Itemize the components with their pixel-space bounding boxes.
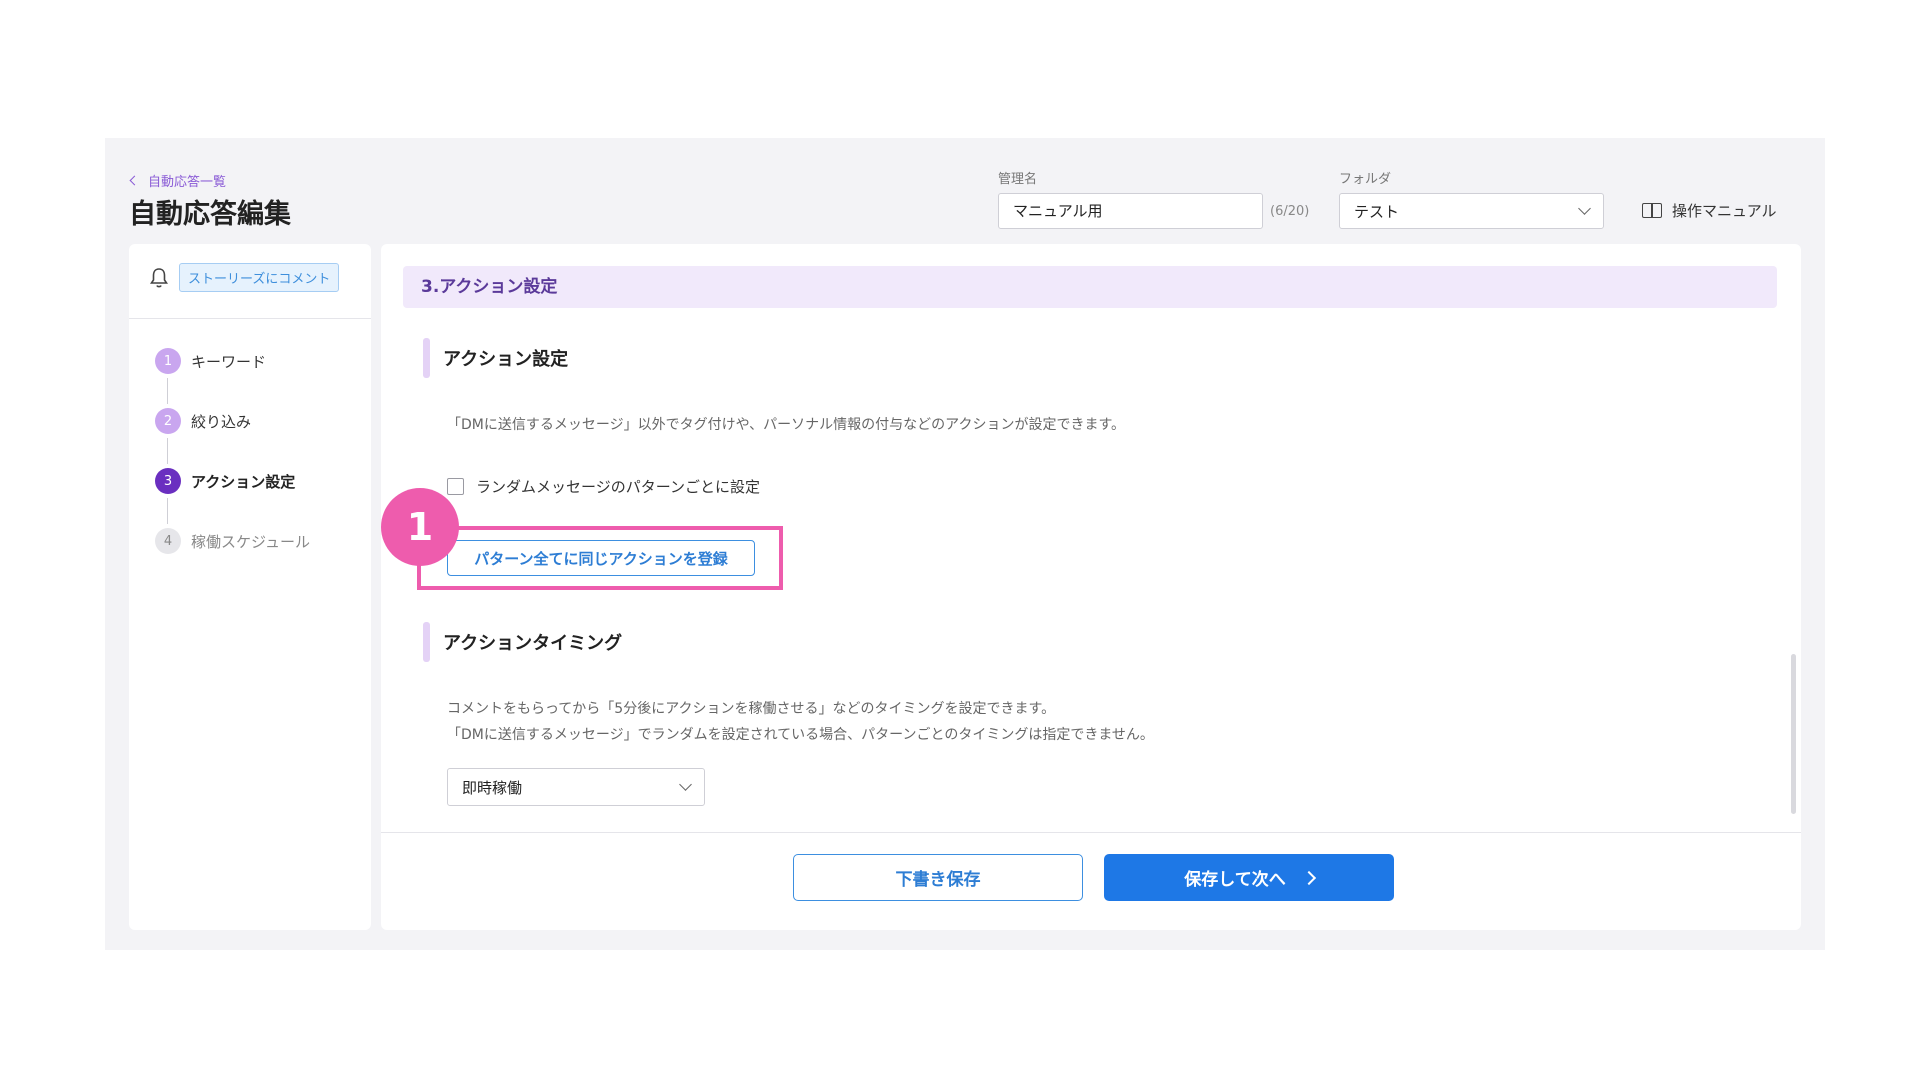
register-action-all-patterns-button[interactable]: パターン全てに同じアクションを登録: [447, 540, 755, 576]
accent-bar: [423, 338, 430, 378]
breadcrumb-label: 自動応答一覧: [148, 175, 227, 190]
trigger-type-badge: ストーリーズにコメント: [179, 263, 340, 292]
save-draft-button[interactable]: 下書き保存: [793, 854, 1083, 901]
step-label: キーワード: [191, 352, 267, 371]
action-settings-title: アクション設定: [443, 349, 569, 370]
name-field-label: 管理名: [998, 172, 1038, 187]
section-header: 3.アクション設定: [403, 266, 1777, 308]
action-settings-heading: アクション設定: [423, 338, 568, 378]
trigger-row: ストーリーズにコメント: [149, 263, 340, 292]
action-timing-select[interactable]: 即時稼働: [447, 768, 705, 806]
step-sidebar: ストーリーズにコメント 1 キーワード 2 絞り込み 3 アクション設定 4 稼…: [129, 244, 371, 930]
sidebar-divider: [129, 318, 371, 319]
name-input[interactable]: マニュアル用: [998, 193, 1263, 229]
annotation-marker: 1: [381, 488, 459, 566]
step-action-settings[interactable]: 3 アクション設定: [155, 468, 295, 494]
step-connector: [167, 378, 168, 404]
action-timing-description-1: コメントをもらってから「5分後にアクションを稼働させる」などのタイミングを設定で…: [447, 701, 1056, 717]
step-label: アクション設定: [191, 472, 296, 491]
step-number: 1: [155, 348, 181, 374]
step-connector: [167, 438, 168, 464]
step-label: 稼働スケジュール: [191, 532, 310, 551]
save-and-next-button[interactable]: 保存して次へ: [1104, 854, 1394, 901]
book-icon: [1642, 203, 1662, 218]
action-timing-description-2: 「DMに送信するメッセージ」でランダムを設定されている場合、パターンごとのタイミ…: [447, 727, 1154, 743]
step-keyword[interactable]: 1 キーワード: [155, 348, 266, 374]
save-and-next-label: 保存して次へ: [1184, 870, 1286, 890]
breadcrumb-back-link[interactable]: 自動応答一覧: [129, 171, 227, 190]
folder-field-label: フォルダ: [1339, 172, 1392, 187]
action-timing-select-value: 即時稼働: [462, 778, 523, 797]
app-frame: 自動応答一覧 自動応答編集 管理名 マニュアル用 (6/20) フォルダ テスト…: [105, 138, 1825, 950]
manual-link[interactable]: 操作マニュアル: [1642, 200, 1777, 221]
page-title: 自動応答編集: [129, 199, 291, 230]
bell-icon: [150, 267, 168, 287]
action-settings-description: 「DMに送信するメッセージ」以外でタグ付けや、パーソナル情報の付与などのアクショ…: [447, 417, 1126, 433]
chevron-down-icon: [679, 778, 692, 791]
step-number: 2: [155, 408, 181, 434]
random-pattern-checkbox-label: ランダムメッセージのパターンごとに設定: [476, 478, 760, 496]
step-connector: [167, 498, 168, 524]
chevron-right-icon: [1301, 870, 1316, 885]
action-timing-heading: アクションタイミング: [423, 622, 622, 662]
footer-divider: [381, 832, 1801, 833]
accent-bar: [423, 622, 430, 662]
manual-link-label: 操作マニュアル: [1672, 202, 1777, 220]
scrollbar[interactable]: [1791, 654, 1796, 814]
name-char-counter: (6/20): [1270, 204, 1310, 219]
step-number: 3: [155, 468, 181, 494]
chevron-left-icon: [129, 175, 140, 186]
folder-select-value: テスト: [1354, 202, 1400, 221]
step-schedule[interactable]: 4 稼働スケジュール: [155, 528, 310, 554]
random-pattern-checkbox-row[interactable]: ランダムメッセージのパターンごとに設定: [447, 476, 760, 497]
chevron-down-icon: [1578, 202, 1591, 215]
random-pattern-checkbox[interactable]: [447, 478, 464, 495]
step-label: 絞り込み: [191, 412, 252, 431]
step-filter[interactable]: 2 絞り込み: [155, 408, 251, 434]
main-panel: 3.アクション設定 アクション設定 「DMに送信するメッセージ」以外でタグ付けや…: [381, 244, 1801, 930]
step-number: 4: [155, 528, 181, 554]
action-timing-title: アクションタイミング: [443, 633, 623, 654]
folder-select[interactable]: テスト: [1339, 193, 1604, 229]
